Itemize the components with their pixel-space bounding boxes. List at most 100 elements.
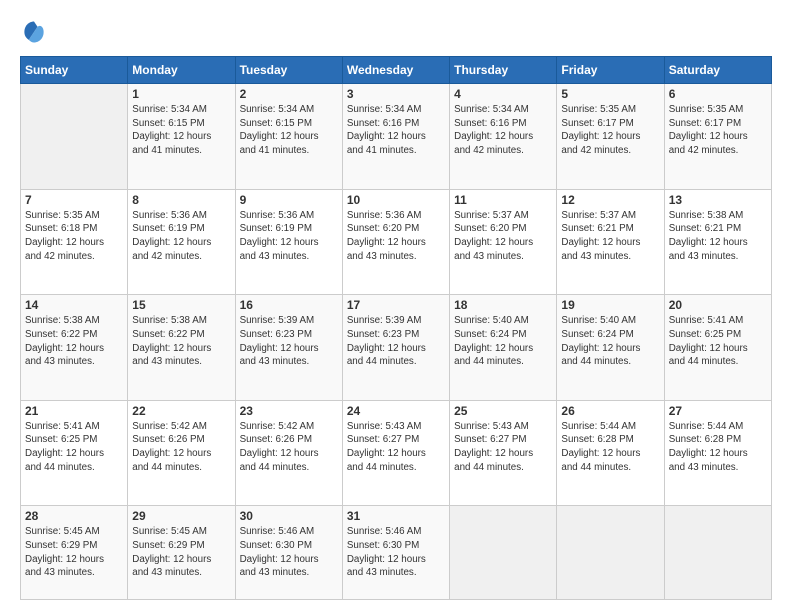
day-info: Sunrise: 5:36 AM Sunset: 6:19 PM Dayligh… xyxy=(240,209,338,264)
calendar-cell xyxy=(557,506,664,600)
day-number: 15 xyxy=(132,298,230,312)
calendar-cell: 27 Sunrise: 5:44 AM Sunset: 6:28 PM Dayli… xyxy=(664,400,771,506)
header xyxy=(20,18,772,46)
day-number: 14 xyxy=(25,298,123,312)
day-info: Sunrise: 5:40 AM Sunset: 6:24 PM Dayligh… xyxy=(454,314,552,369)
day-number: 21 xyxy=(25,404,123,418)
day-number: 6 xyxy=(669,87,767,101)
day-number: 7 xyxy=(25,193,123,207)
calendar-cell: 16 Sunrise: 5:39 AM Sunset: 6:23 PM Dayli… xyxy=(235,295,342,401)
day-number: 1 xyxy=(132,87,230,101)
day-info: Sunrise: 5:34 AM Sunset: 6:16 PM Dayligh… xyxy=(347,103,445,158)
calendar-cell: 2Sunrise: 5:34 AM Sunset: 6:15 PM Daylig… xyxy=(235,84,342,190)
col-wednesday: Wednesday xyxy=(342,57,449,84)
calendar-cell: 6 Sunrise: 5:35 AM Sunset: 6:17 PM Daylig… xyxy=(664,84,771,190)
calendar-cell: 18 Sunrise: 5:40 AM Sunset: 6:24 PM Dayli… xyxy=(450,295,557,401)
day-number: 24 xyxy=(347,404,445,418)
col-thursday: Thursday xyxy=(450,57,557,84)
calendar-cell: 10 Sunrise: 5:36 AM Sunset: 6:20 PM Dayli… xyxy=(342,189,449,295)
day-info: Sunrise: 5:44 AM Sunset: 6:28 PM Dayligh… xyxy=(669,420,767,475)
day-number: 3 xyxy=(347,87,445,101)
calendar-cell: 11 Sunrise: 5:37 AM Sunset: 6:20 PM Dayli… xyxy=(450,189,557,295)
day-info: Sunrise: 5:45 AM Sunset: 6:29 PM Dayligh… xyxy=(132,525,230,580)
col-friday: Friday xyxy=(557,57,664,84)
col-sunday: Sunday xyxy=(21,57,128,84)
day-number: 13 xyxy=(669,193,767,207)
day-info: Sunrise: 5:39 AM Sunset: 6:23 PM Dayligh… xyxy=(347,314,445,369)
day-number: 11 xyxy=(454,193,552,207)
day-number: 26 xyxy=(561,404,659,418)
calendar-cell: 31 Sunrise: 5:46 AM Sunset: 6:30 PM Dayli… xyxy=(342,506,449,600)
calendar-cell: 23 Sunrise: 5:42 AM Sunset: 6:26 PM Dayli… xyxy=(235,400,342,506)
calendar-cell xyxy=(21,84,128,190)
day-info: Sunrise: 5:36 AM Sunset: 6:20 PM Dayligh… xyxy=(347,209,445,264)
calendar-cell: 4 Sunrise: 5:34 AM Sunset: 6:16 PM Daylig… xyxy=(450,84,557,190)
day-number: 9 xyxy=(240,193,338,207)
calendar-cell: 3 Sunrise: 5:34 AM Sunset: 6:16 PM Daylig… xyxy=(342,84,449,190)
day-info: Sunrise: 5:35 AM Sunset: 6:18 PM Dayligh… xyxy=(25,209,123,264)
day-number: 25 xyxy=(454,404,552,418)
day-number: 8 xyxy=(132,193,230,207)
calendar-cell: 20 Sunrise: 5:41 AM Sunset: 6:25 PM Dayli… xyxy=(664,295,771,401)
day-info: Sunrise: 5:37 AM Sunset: 6:20 PM Dayligh… xyxy=(454,209,552,264)
day-number: 20 xyxy=(669,298,767,312)
day-info: Sunrise: 5:42 AM Sunset: 6:26 PM Dayligh… xyxy=(132,420,230,475)
calendar-cell: 21 Sunrise: 5:41 AM Sunset: 6:25 PM Dayli… xyxy=(21,400,128,506)
day-number: 23 xyxy=(240,404,338,418)
calendar-cell xyxy=(664,506,771,600)
day-number: 4 xyxy=(454,87,552,101)
day-info: Sunrise: 5:46 AM Sunset: 6:30 PM Dayligh… xyxy=(240,525,338,580)
calendar-cell xyxy=(450,506,557,600)
day-number: 28 xyxy=(25,509,123,523)
day-info: Sunrise: 5:45 AM Sunset: 6:29 PM Dayligh… xyxy=(25,525,123,580)
calendar-cell: 1 Sunrise: 5:34 AM Sunset: 6:15 PM Daylig… xyxy=(128,84,235,190)
calendar-cell: 9 Sunrise: 5:36 AM Sunset: 6:19 PM Daylig… xyxy=(235,189,342,295)
calendar-cell: 7 Sunrise: 5:35 AM Sunset: 6:18 PM Daylig… xyxy=(21,189,128,295)
day-number: 29 xyxy=(132,509,230,523)
day-number: 2 xyxy=(240,87,338,101)
calendar-cell: 24Sunrise: 5:43 AM Sunset: 6:27 PM Dayli… xyxy=(342,400,449,506)
calendar-table: Sunday Monday Tuesday Wednesday Thursday… xyxy=(20,56,772,600)
day-info: Sunrise: 5:37 AM Sunset: 6:21 PM Dayligh… xyxy=(561,209,659,264)
day-info: Sunrise: 5:41 AM Sunset: 6:25 PM Dayligh… xyxy=(25,420,123,475)
logo xyxy=(20,18,52,46)
col-monday: Monday xyxy=(128,57,235,84)
day-info: Sunrise: 5:43 AM Sunset: 6:27 PM Dayligh… xyxy=(454,420,552,475)
calendar-cell: 5Sunrise: 5:35 AM Sunset: 6:17 PM Daylig… xyxy=(557,84,664,190)
day-number: 12 xyxy=(561,193,659,207)
day-number: 10 xyxy=(347,193,445,207)
day-info: Sunrise: 5:44 AM Sunset: 6:28 PM Dayligh… xyxy=(561,420,659,475)
calendar-cell: 19 Sunrise: 5:40 AM Sunset: 6:24 PM Dayli… xyxy=(557,295,664,401)
day-number: 27 xyxy=(669,404,767,418)
day-info: Sunrise: 5:34 AM Sunset: 6:16 PM Dayligh… xyxy=(454,103,552,158)
day-info: Sunrise: 5:38 AM Sunset: 6:22 PM Dayligh… xyxy=(132,314,230,369)
col-saturday: Saturday xyxy=(664,57,771,84)
day-number: 19 xyxy=(561,298,659,312)
calendar-cell: 12 Sunrise: 5:37 AM Sunset: 6:21 PM Dayli… xyxy=(557,189,664,295)
day-info: Sunrise: 5:46 AM Sunset: 6:30 PM Dayligh… xyxy=(347,525,445,580)
calendar-cell: 13 Sunrise: 5:38 AM Sunset: 6:21 PM Dayli… xyxy=(664,189,771,295)
calendar-cell: 29 Sunrise: 5:45 AM Sunset: 6:29 PM Dayli… xyxy=(128,506,235,600)
day-number: 16 xyxy=(240,298,338,312)
calendar-cell: 25 Sunrise: 5:43 AM Sunset: 6:27 PM Dayli… xyxy=(450,400,557,506)
logo-icon xyxy=(20,18,48,46)
day-info: Sunrise: 5:40 AM Sunset: 6:24 PM Dayligh… xyxy=(561,314,659,369)
day-number: 18 xyxy=(454,298,552,312)
calendar-cell: 30Sunrise: 5:46 AM Sunset: 6:30 PM Dayli… xyxy=(235,506,342,600)
day-info: Sunrise: 5:38 AM Sunset: 6:21 PM Dayligh… xyxy=(669,209,767,264)
calendar-cell: 8 Sunrise: 5:36 AM Sunset: 6:19 PM Daylig… xyxy=(128,189,235,295)
calendar-header-row: Sunday Monday Tuesday Wednesday Thursday… xyxy=(21,57,772,84)
day-info: Sunrise: 5:35 AM Sunset: 6:17 PM Dayligh… xyxy=(561,103,659,158)
day-info: Sunrise: 5:35 AM Sunset: 6:17 PM Dayligh… xyxy=(669,103,767,158)
day-info: Sunrise: 5:42 AM Sunset: 6:26 PM Dayligh… xyxy=(240,420,338,475)
day-info: Sunrise: 5:41 AM Sunset: 6:25 PM Dayligh… xyxy=(669,314,767,369)
calendar-cell: 22Sunrise: 5:42 AM Sunset: 6:26 PM Dayli… xyxy=(128,400,235,506)
calendar-cell: 15 Sunrise: 5:38 AM Sunset: 6:22 PM Dayli… xyxy=(128,295,235,401)
day-info: Sunrise: 5:39 AM Sunset: 6:23 PM Dayligh… xyxy=(240,314,338,369)
day-info: Sunrise: 5:36 AM Sunset: 6:19 PM Dayligh… xyxy=(132,209,230,264)
day-number: 31 xyxy=(347,509,445,523)
day-info: Sunrise: 5:34 AM Sunset: 6:15 PM Dayligh… xyxy=(132,103,230,158)
calendar-cell: 17Sunrise: 5:39 AM Sunset: 6:23 PM Dayli… xyxy=(342,295,449,401)
page: Sunday Monday Tuesday Wednesday Thursday… xyxy=(0,0,792,612)
day-info: Sunrise: 5:38 AM Sunset: 6:22 PM Dayligh… xyxy=(25,314,123,369)
